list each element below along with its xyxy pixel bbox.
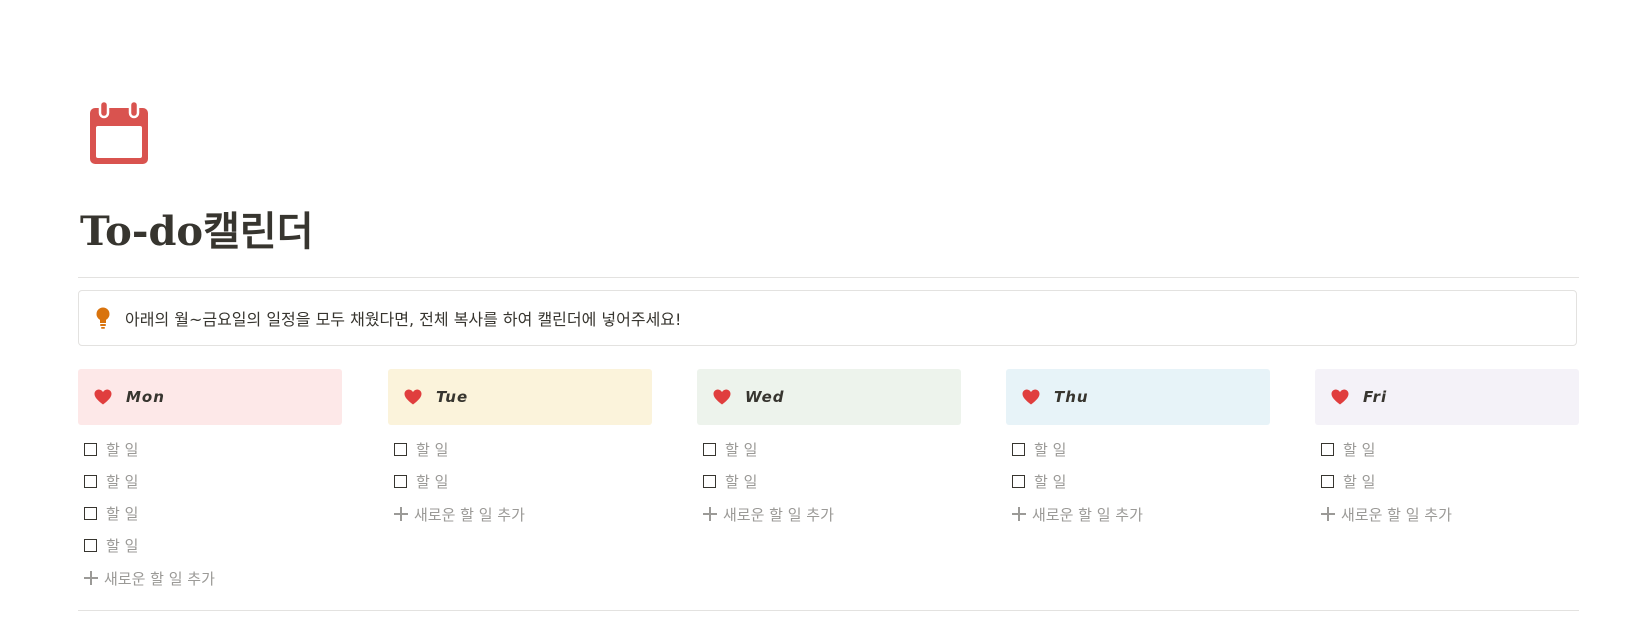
todo-text[interactable]: 할 일 bbox=[106, 439, 138, 460]
add-todo-label: 새로운 할 일 추가 bbox=[723, 505, 834, 524]
day-header-wed[interactable]: Wed bbox=[697, 369, 961, 425]
callout-text: 아래의 월~금요일의 일정을 모두 채웠다면, 전체 복사를 하여 캘린더에 넣… bbox=[125, 310, 682, 329]
day-column-mon: Mon 할 일 할 일 할 일 할 일 새로운 할 일 추가 bbox=[78, 369, 342, 595]
plus-icon bbox=[1321, 507, 1335, 521]
add-todo-label: 새로운 할 일 추가 bbox=[1341, 505, 1452, 524]
todo-item: 할 일 bbox=[697, 465, 961, 497]
add-todo-button[interactable]: 새로운 할 일 추가 bbox=[1006, 497, 1270, 531]
plus-icon bbox=[394, 507, 408, 521]
day-column-wed: Wed 할 일 할 일 새로운 할 일 추가 bbox=[697, 369, 961, 531]
todo-list: 할 일 할 일 새로운 할 일 추가 bbox=[388, 433, 652, 531]
todo-text[interactable]: 할 일 bbox=[725, 471, 757, 492]
add-todo-button[interactable]: 새로운 할 일 추가 bbox=[697, 497, 961, 531]
heart-icon bbox=[404, 389, 422, 405]
todo-text[interactable]: 할 일 bbox=[416, 471, 448, 492]
plus-icon bbox=[1012, 507, 1026, 521]
todo-checkbox[interactable] bbox=[1321, 442, 1334, 456]
todo-checkbox[interactable] bbox=[1012, 474, 1025, 488]
add-todo-label: 새로운 할 일 추가 bbox=[104, 569, 215, 588]
day-header-tue[interactable]: Tue bbox=[388, 369, 652, 425]
todo-checkbox[interactable] bbox=[703, 474, 716, 488]
heart-icon bbox=[1331, 389, 1349, 405]
todo-checkbox[interactable] bbox=[1012, 442, 1025, 456]
todo-checkbox[interactable] bbox=[394, 474, 407, 488]
bottom-divider bbox=[78, 610, 1579, 611]
heart-icon bbox=[94, 389, 112, 405]
todo-text[interactable]: 할 일 bbox=[106, 535, 138, 556]
add-todo-label: 새로운 할 일 추가 bbox=[1032, 505, 1143, 524]
todo-item: 할 일 bbox=[388, 433, 652, 465]
calendar-icon[interactable] bbox=[88, 99, 152, 168]
callout: 아래의 월~금요일의 일정을 모두 채웠다면, 전체 복사를 하여 캘린더에 넣… bbox=[78, 290, 1577, 346]
lightbulb-icon bbox=[95, 307, 111, 329]
todo-text[interactable]: 할 일 bbox=[106, 503, 138, 524]
add-todo-button[interactable]: 새로운 할 일 추가 bbox=[78, 561, 342, 595]
todo-checkbox[interactable] bbox=[84, 538, 97, 552]
todo-list: 할 일 할 일 새로운 할 일 추가 bbox=[1006, 433, 1270, 531]
todo-text[interactable]: 할 일 bbox=[106, 471, 138, 492]
day-name: Fri bbox=[1363, 388, 1388, 406]
todo-item: 할 일 bbox=[78, 465, 342, 497]
todo-item: 할 일 bbox=[1315, 433, 1579, 465]
todo-text[interactable]: 할 일 bbox=[1034, 471, 1066, 492]
heart-icon bbox=[1022, 389, 1040, 405]
day-name: Wed bbox=[745, 388, 785, 406]
todo-checkbox[interactable] bbox=[394, 442, 407, 456]
todo-checkbox[interactable] bbox=[1321, 474, 1334, 488]
todo-text[interactable]: 할 일 bbox=[1034, 439, 1066, 460]
day-header-mon[interactable]: Mon bbox=[78, 369, 342, 425]
day-column-fri: Fri 할 일 할 일 새로운 할 일 추가 bbox=[1315, 369, 1579, 531]
todo-list: 할 일 할 일 새로운 할 일 추가 bbox=[1315, 433, 1579, 531]
day-name: Mon bbox=[126, 388, 165, 406]
todo-checkbox[interactable] bbox=[84, 442, 97, 456]
todo-item: 할 일 bbox=[78, 529, 342, 561]
todo-text[interactable]: 할 일 bbox=[1343, 439, 1375, 460]
add-todo-label: 새로운 할 일 추가 bbox=[414, 505, 525, 524]
title-divider bbox=[78, 277, 1579, 278]
todo-item: 할 일 bbox=[1006, 465, 1270, 497]
todo-checkbox[interactable] bbox=[84, 506, 97, 520]
day-columns: Mon 할 일 할 일 할 일 할 일 새로운 할 일 추가 Tue 할 일 할… bbox=[78, 369, 1579, 609]
todo-item: 할 일 bbox=[78, 497, 342, 529]
add-todo-button[interactable]: 새로운 할 일 추가 bbox=[1315, 497, 1579, 531]
day-name: Tue bbox=[436, 388, 469, 406]
todo-text[interactable]: 할 일 bbox=[725, 439, 757, 460]
heart-icon bbox=[713, 389, 731, 405]
todo-list: 할 일 할 일 할 일 할 일 새로운 할 일 추가 bbox=[78, 433, 342, 595]
day-column-tue: Tue 할 일 할 일 새로운 할 일 추가 bbox=[388, 369, 652, 531]
plus-icon bbox=[703, 507, 717, 521]
todo-text[interactable]: 할 일 bbox=[416, 439, 448, 460]
todo-item: 할 일 bbox=[1006, 433, 1270, 465]
todo-item: 할 일 bbox=[1315, 465, 1579, 497]
plus-icon bbox=[84, 571, 98, 585]
todo-item: 할 일 bbox=[78, 433, 342, 465]
todo-checkbox[interactable] bbox=[84, 474, 97, 488]
todo-list: 할 일 할 일 새로운 할 일 추가 bbox=[697, 433, 961, 531]
day-header-fri[interactable]: Fri bbox=[1315, 369, 1579, 425]
todo-item: 할 일 bbox=[388, 465, 652, 497]
day-name: Thu bbox=[1054, 388, 1089, 406]
todo-item: 할 일 bbox=[697, 433, 961, 465]
day-column-thu: Thu 할 일 할 일 새로운 할 일 추가 bbox=[1006, 369, 1270, 531]
page-title[interactable]: To-do캘린더 bbox=[80, 206, 314, 258]
todo-checkbox[interactable] bbox=[703, 442, 716, 456]
day-header-thu[interactable]: Thu bbox=[1006, 369, 1270, 425]
add-todo-button[interactable]: 새로운 할 일 추가 bbox=[388, 497, 652, 531]
todo-text[interactable]: 할 일 bbox=[1343, 471, 1375, 492]
